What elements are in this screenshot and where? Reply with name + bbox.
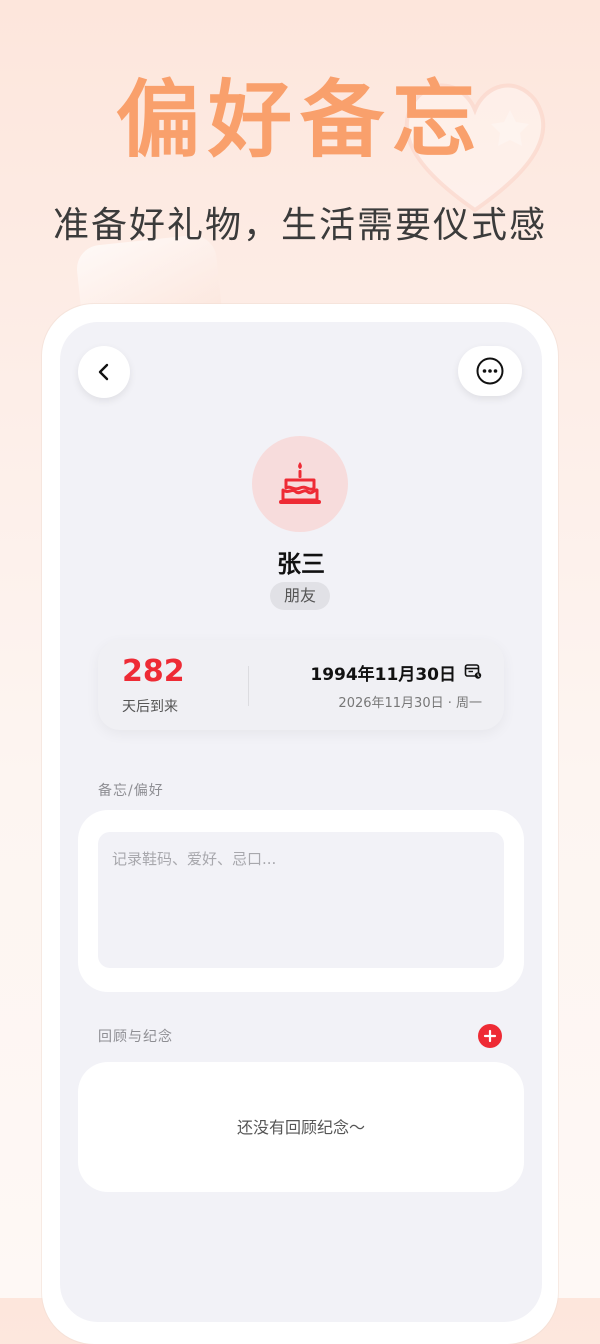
next-birthday-date: 2026年11月30日 · 周一 (338, 696, 482, 711)
contact-name: 张三 (277, 550, 325, 578)
calendar-icon[interactable] (464, 662, 482, 680)
more-horizontal-icon (476, 357, 504, 385)
notes-card (78, 810, 524, 992)
memories-card: 还没有回顾纪念～ (78, 1062, 524, 1192)
avatar[interactable] (252, 436, 348, 532)
plus-icon (483, 1029, 497, 1043)
promo-title: 偏好备忘 (115, 71, 484, 169)
days-remaining: 282 (122, 654, 185, 689)
chevron-left-icon (98, 363, 109, 381)
birth-date: 1994年11月30日 (310, 665, 456, 685)
memories-empty-text: 还没有回顾纪念～ (236, 1118, 365, 1137)
promo-subtitle: 准备好礼物，生活需要仪式感 (52, 205, 547, 246)
relation-tag[interactable]: 朋友 (270, 582, 330, 610)
birthday-cake-icon (279, 462, 321, 504)
notes-input[interactable] (98, 832, 504, 968)
days-remaining-label: 天后到来 (122, 699, 178, 715)
back-button[interactable] (78, 346, 130, 398)
memories-section-title: 回顾与纪念 (98, 1029, 173, 1045)
contact-detail-screen: 张三 朋友 282 天后到来 1994年11月30日 2026年11月30日 ·… (60, 322, 542, 1322)
more-button[interactable] (458, 346, 522, 396)
notes-section-title: 备忘/偏好 (98, 783, 164, 799)
countdown-card[interactable]: 282 天后到来 1994年11月30日 2026年11月30日 · 周一 (98, 640, 504, 730)
add-memory-button[interactable] (478, 1024, 502, 1048)
card-divider (248, 666, 249, 706)
